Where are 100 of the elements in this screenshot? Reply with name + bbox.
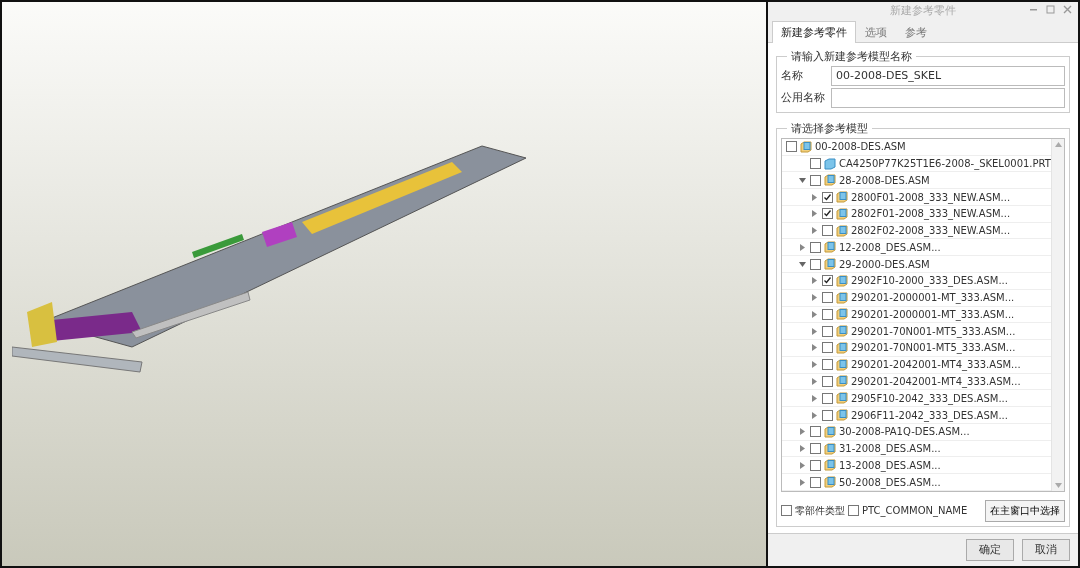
assembly-icon: [824, 459, 836, 472]
option-label: PTC_COMMON_NAME: [862, 505, 968, 517]
part-icon: [824, 157, 836, 170]
model-name: 2902F10-2000_333_DES.ASM...: [851, 275, 1008, 287]
expand-icon[interactable]: [810, 192, 819, 202]
group-title: 请输入新建参考模型名称: [790, 48, 913, 64]
expand-icon[interactable]: [810, 393, 819, 403]
checkbox[interactable]: [822, 308, 833, 320]
assembly-icon: [824, 425, 836, 438]
tree-row[interactable]: 29-2000-DES.ASM: [782, 256, 1051, 273]
dialog-button[interactable]: 取消: [1022, 538, 1070, 561]
assembly-icon: [824, 258, 836, 271]
model-name: 50-2008_DES.ASM...: [839, 476, 941, 488]
tree-row[interactable]: 290201-2000001-MT_333.ASM...: [782, 306, 1051, 324]
assembly-icon: [836, 409, 848, 421]
expand-icon[interactable]: [798, 477, 807, 487]
expand-icon[interactable]: [810, 309, 819, 319]
select-in-main-window-button[interactable]: 在主窗口中选择: [985, 499, 1065, 522]
checkbox[interactable]: [810, 241, 821, 253]
checkbox[interactable]: [822, 325, 833, 337]
tree-row[interactable]: 2802F01-2008_333_NEW.ASM...: [782, 205, 1051, 223]
checkbox[interactable]: [786, 141, 797, 153]
tree-row[interactable]: 30-2008-PA1Q-DES.ASM...: [782, 423, 1051, 441]
checkbox[interactable]: [822, 191, 833, 203]
tree-row[interactable]: 2800F01-2008_333_NEW.ASM...: [782, 189, 1051, 206]
model-name: 29-2000-DES.ASM: [839, 258, 930, 270]
checkbox[interactable]: [822, 292, 833, 304]
model-name: 2905F10-2042_333_DES.ASM...: [851, 392, 1008, 404]
checkbox[interactable]: [822, 208, 833, 220]
checkbox[interactable]: [822, 225, 833, 237]
tree-row[interactable]: 290201-2042001-MT4_333.ASM...: [782, 373, 1051, 391]
expand-icon[interactable]: [810, 410, 819, 420]
checkbox[interactable]: [810, 174, 821, 186]
assembly-icon: [836, 325, 848, 338]
assembly-icon: [824, 241, 836, 254]
tree-row[interactable]: 290201-2000001-MT_333.ASM...: [782, 289, 1051, 307]
tree-row[interactable]: CA4250P77K25T1E6-2008-_SKEL0001.PRT: [782, 155, 1051, 173]
checkbox[interactable]: [822, 342, 833, 354]
tree-row[interactable]: 2906F11-2042_333_DES.ASM...: [782, 407, 1051, 424]
checkbox[interactable]: [822, 392, 833, 404]
tree-row[interactable]: 31-2008_DES.ASM...: [782, 440, 1051, 458]
checkbox[interactable]: [822, 409, 833, 421]
expand-icon[interactable]: [810, 276, 819, 286]
tab[interactable]: 选项: [856, 20, 896, 43]
tree-row[interactable]: 2902F10-2000_333_DES.ASM...: [782, 273, 1051, 290]
checkbox[interactable]: [810, 258, 821, 270]
tree-row[interactable]: 290201-70N001-MT5_333.ASM...: [782, 323, 1051, 341]
dialog-title: 新建参考零件: [890, 2, 956, 18]
checkbox[interactable]: [822, 376, 833, 387]
checkbox[interactable]: [810, 158, 821, 170]
collapse-icon[interactable]: [798, 175, 807, 185]
tab[interactable]: 参考: [896, 20, 936, 43]
input-field[interactable]: [831, 87, 1065, 108]
tree-row[interactable]: 2802F02-2008_333_NEW.ASM...: [782, 222, 1051, 240]
checkbox[interactable]: [810, 476, 821, 488]
tab[interactable]: 新建参考零件: [772, 20, 856, 43]
field-label: 名称: [781, 68, 804, 84]
tree-row[interactable]: 00-2008-DES.ASM: [782, 138, 1051, 156]
expand-icon[interactable]: [810, 226, 819, 236]
expand-icon[interactable]: [810, 326, 819, 336]
assembly-icon: [836, 207, 848, 220]
collapse-icon[interactable]: [798, 259, 807, 269]
tree-row[interactable]: 13-2008_DES.ASM...: [782, 457, 1051, 475]
model-name: 2802F01-2008_333_NEW.ASM...: [851, 208, 1011, 220]
assembly-icon: [836, 191, 848, 204]
checkbox[interactable]: [822, 359, 833, 371]
checkbox[interactable]: [810, 459, 821, 471]
dialog-button[interactable]: 确定: [966, 538, 1014, 561]
expand-icon[interactable]: [798, 460, 807, 470]
tree-row[interactable]: 12-2008_DES.ASM...: [782, 239, 1051, 257]
checkbox[interactable]: [848, 505, 859, 517]
expand-icon[interactable]: [798, 444, 807, 454]
assembly-icon: [836, 392, 848, 405]
tree-row[interactable]: 290201-2042001-MT4_333.ASM...: [782, 356, 1051, 374]
expand-icon[interactable]: [810, 209, 819, 219]
checkbox[interactable]: [810, 443, 821, 455]
close-icon[interactable]: [1063, 5, 1072, 14]
tree-row[interactable]: 2905F10-2042_333_DES.ASM...: [782, 390, 1051, 408]
expand-icon[interactable]: [798, 242, 807, 252]
checkbox[interactable]: [810, 426, 821, 438]
tree-row[interactable]: 28-2008-DES.ASM: [782, 172, 1051, 190]
expand-icon[interactable]: [810, 360, 819, 370]
expand-icon[interactable]: [810, 293, 819, 303]
model-name: 290201-2042001-MT4_333.ASM...: [851, 376, 1021, 387]
input-field[interactable]: 00-2008-DES_SKEL: [831, 65, 1065, 86]
assembly-icon: [836, 274, 848, 287]
checkbox[interactable]: [822, 275, 833, 287]
model-name: 2802F02-2008_333_NEW.ASM...: [851, 225, 1011, 237]
checkbox[interactable]: [781, 505, 792, 517]
model-name: CA4250P77K25T1E6-2008-_SKEL0001.PRT: [839, 158, 1051, 170]
expand-icon[interactable]: [798, 427, 807, 437]
model-name: 2906F11-2042_333_DES.ASM...: [851, 409, 1008, 421]
tree-row[interactable]: 290201-70N001-MT5_333.ASM...: [782, 340, 1051, 357]
assembly-icon: [836, 358, 848, 371]
3d-viewport[interactable]: [2, 2, 766, 566]
assembly-icon: [800, 140, 812, 153]
expand-icon[interactable]: [810, 343, 819, 353]
expand-icon[interactable]: [810, 377, 819, 386]
tree-row[interactable]: 50-2008_DES.ASM...: [782, 474, 1051, 491]
model-name: 290201-2000001-MT_333.ASM...: [851, 308, 1015, 320]
